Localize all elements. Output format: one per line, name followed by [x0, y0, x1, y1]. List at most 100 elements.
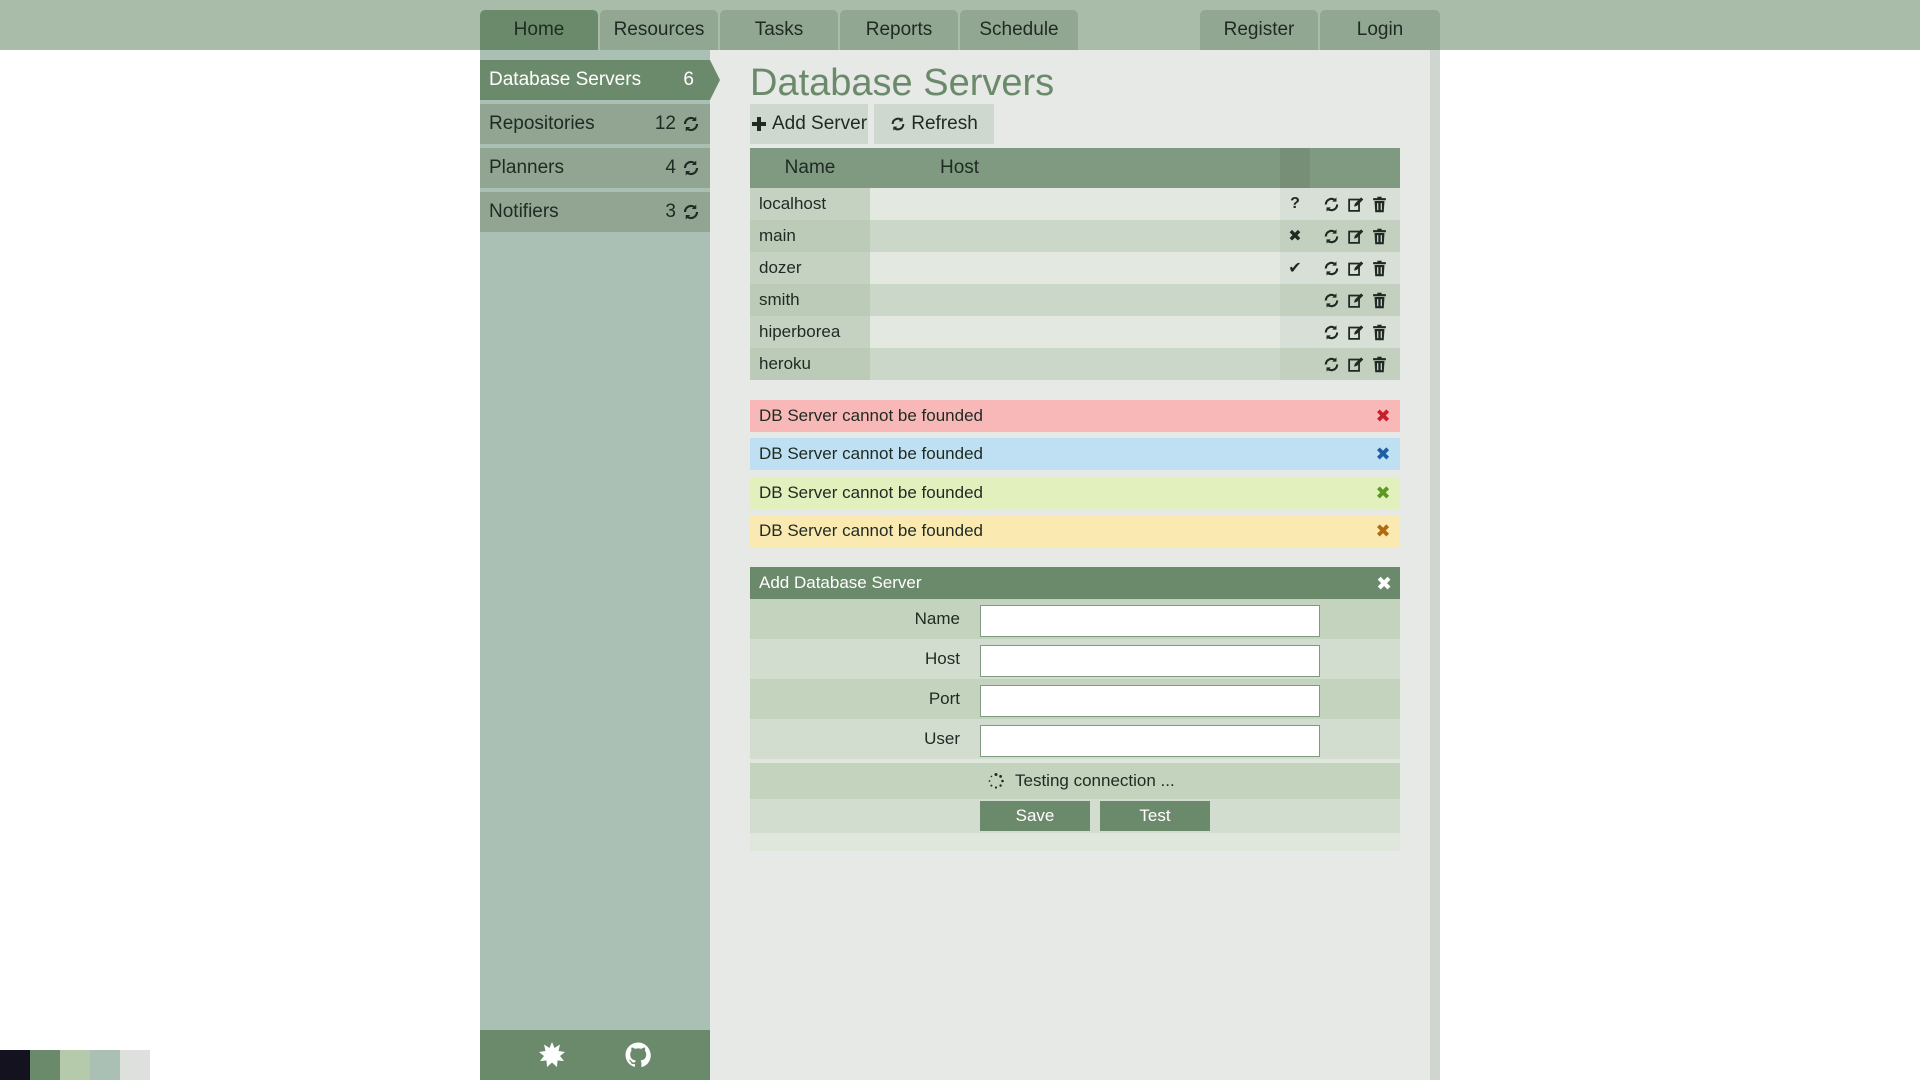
servers-table: Name Host localhost? main ✖ dozer ✔ smith hipe… — [750, 148, 1400, 380]
table-row[interactable]: main ✖ — [750, 220, 1400, 252]
refresh-label: Refresh — [911, 113, 978, 134]
tab-home-label: Home — [513, 19, 565, 40]
sidebar-item-label: Database Servers — [489, 69, 642, 90]
tab-schedule[interactable]: Schedule — [960, 10, 1078, 50]
edit-icon[interactable] — [1347, 324, 1364, 341]
server-host — [870, 252, 1280, 284]
login-label: Login — [1356, 19, 1404, 40]
server-name: localhost — [750, 188, 870, 220]
name-field[interactable] — [980, 605, 1320, 637]
scrollbar[interactable] — [1430, 50, 1440, 1080]
status-text: Testing connection ... — [1015, 771, 1175, 790]
refresh-icon[interactable] — [1323, 196, 1340, 213]
server-name: heroku — [750, 348, 870, 380]
color-swatch — [90, 1050, 120, 1080]
refresh-icon[interactable] — [682, 203, 700, 221]
column-header-status — [1280, 148, 1310, 188]
trash-icon[interactable] — [1371, 356, 1388, 373]
close-icon[interactable]: ✖ — [1374, 445, 1392, 463]
edit-icon[interactable] — [1347, 228, 1364, 245]
status-icon: ✖ — [1280, 220, 1310, 252]
row-actions — [1310, 284, 1400, 316]
close-icon[interactable]: ✖ — [1374, 407, 1392, 425]
login-button[interactable]: Login — [1320, 10, 1440, 50]
trash-icon[interactable] — [1371, 260, 1388, 277]
sidebar-item-count: 3 — [665, 201, 676, 222]
tab-resources[interactable]: Resources — [600, 10, 718, 50]
refresh-icon[interactable] — [1323, 324, 1340, 341]
close-icon[interactable]: ✖ — [1374, 484, 1392, 502]
sidebar-item-database-servers[interactable]: Database Servers 6 — [480, 60, 710, 100]
server-host — [870, 284, 1280, 316]
add-server-button[interactable]: Add Server — [750, 104, 868, 144]
test-button[interactable]: Test — [1100, 801, 1210, 831]
form-header: Add Database Server ✖ — [750, 567, 1400, 599]
close-icon[interactable]: ✖ — [1376, 573, 1392, 596]
color-swatch — [60, 1050, 90, 1080]
server-host — [870, 220, 1280, 252]
github-icon[interactable] — [625, 1042, 651, 1068]
sidebar-item-notifiers[interactable]: Notifiers 3 — [480, 192, 710, 232]
trash-icon[interactable] — [1371, 228, 1388, 245]
name-field-label: Name — [914, 609, 960, 628]
save-button[interactable]: Save — [980, 801, 1090, 831]
alert-message: DB Server cannot be founded ✖ — [750, 438, 1400, 470]
status-icon — [1280, 348, 1310, 380]
plus-icon — [751, 117, 766, 131]
server-name: smith — [750, 284, 870, 316]
trash-icon[interactable] — [1371, 292, 1388, 309]
refresh-icon[interactable] — [682, 115, 700, 133]
server-host — [870, 348, 1280, 380]
table-row[interactable]: heroku — [750, 348, 1400, 380]
user-field[interactable] — [980, 725, 1320, 757]
status-icon — [1280, 316, 1310, 348]
status-icon — [1280, 284, 1310, 316]
tab-tasks[interactable]: Tasks — [720, 10, 838, 50]
server-name: dozer — [750, 252, 870, 284]
alert-text: DB Server cannot be founded — [759, 483, 983, 502]
status-icon: ✔ — [1280, 252, 1310, 284]
row-actions — [1310, 348, 1400, 380]
trash-icon[interactable] — [1371, 324, 1388, 341]
refresh-icon[interactable] — [1323, 356, 1340, 373]
table-row[interactable]: localhost? — [750, 188, 1400, 220]
alert-message: DB Server cannot be founded ✖ — [750, 477, 1400, 509]
close-icon[interactable]: ✖ — [1374, 522, 1392, 540]
edit-icon[interactable] — [1347, 196, 1364, 213]
column-header-host[interactable]: Host — [870, 148, 1400, 188]
tab-home[interactable]: Home — [480, 10, 598, 50]
refresh-icon[interactable] — [1323, 228, 1340, 245]
sidebar-item-count: 4 — [665, 157, 676, 178]
row-actions — [1310, 316, 1400, 348]
table-row[interactable]: hiperborea — [750, 316, 1400, 348]
row-actions — [1310, 252, 1400, 284]
refresh-icon — [891, 117, 905, 131]
register-label: Register — [1223, 19, 1295, 40]
spinner-icon — [988, 773, 1004, 789]
register-button[interactable]: Register — [1200, 10, 1318, 50]
sidebar-item-planners[interactable]: Planners 4 — [480, 148, 710, 188]
sidebar-item-repositories[interactable]: Repositories 12 — [480, 104, 710, 144]
host-field-label: Host — [925, 649, 960, 668]
table-body: localhost? main ✖ dozer ✔ smith hiperborea hero… — [750, 188, 1400, 380]
column-header-name[interactable]: Name — [750, 148, 870, 188]
port-field-label: Port — [928, 689, 960, 708]
refresh-icon[interactable] — [1323, 292, 1340, 309]
host-field[interactable] — [980, 645, 1320, 677]
table-row[interactable]: smith — [750, 284, 1400, 316]
table-row[interactable]: dozer ✔ — [750, 252, 1400, 284]
refresh-button[interactable]: Refresh — [874, 104, 994, 144]
refresh-icon[interactable] — [682, 159, 700, 177]
edit-icon[interactable] — [1347, 356, 1364, 373]
connection-status: Testing connection ... — [750, 763, 1400, 799]
refresh-icon[interactable] — [1323, 260, 1340, 277]
sidebar-item-label: Planners — [489, 157, 564, 178]
trash-icon[interactable] — [1371, 196, 1388, 213]
sidebar: Database Servers 6 Repositories 12 Plann… — [480, 50, 710, 1080]
tab-reports[interactable]: Reports — [840, 10, 958, 50]
edit-icon[interactable] — [1347, 260, 1364, 277]
edit-icon[interactable] — [1347, 292, 1364, 309]
add-server-label: Add Server — [771, 113, 868, 134]
port-field[interactable] — [980, 685, 1320, 717]
settings-burst-icon[interactable] — [539, 1042, 565, 1068]
